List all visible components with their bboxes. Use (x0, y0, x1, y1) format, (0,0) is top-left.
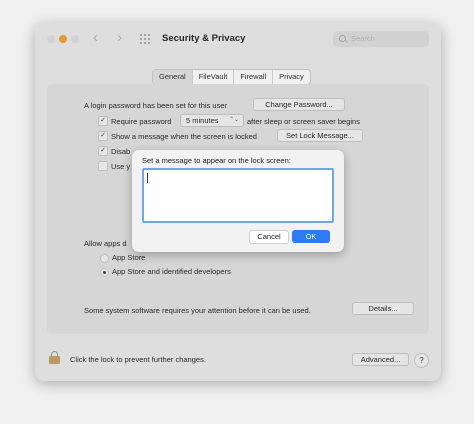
lock-message-input[interactable] (142, 168, 334, 223)
text-caret (147, 173, 148, 183)
cancel-button[interactable]: Cancel (249, 230, 289, 244)
lock-message-dialog: Set a message to appear on the lock scre… (132, 150, 344, 252)
dialog-prompt: Set a message to appear on the lock scre… (142, 156, 291, 165)
ok-button[interactable]: OK (292, 230, 330, 243)
